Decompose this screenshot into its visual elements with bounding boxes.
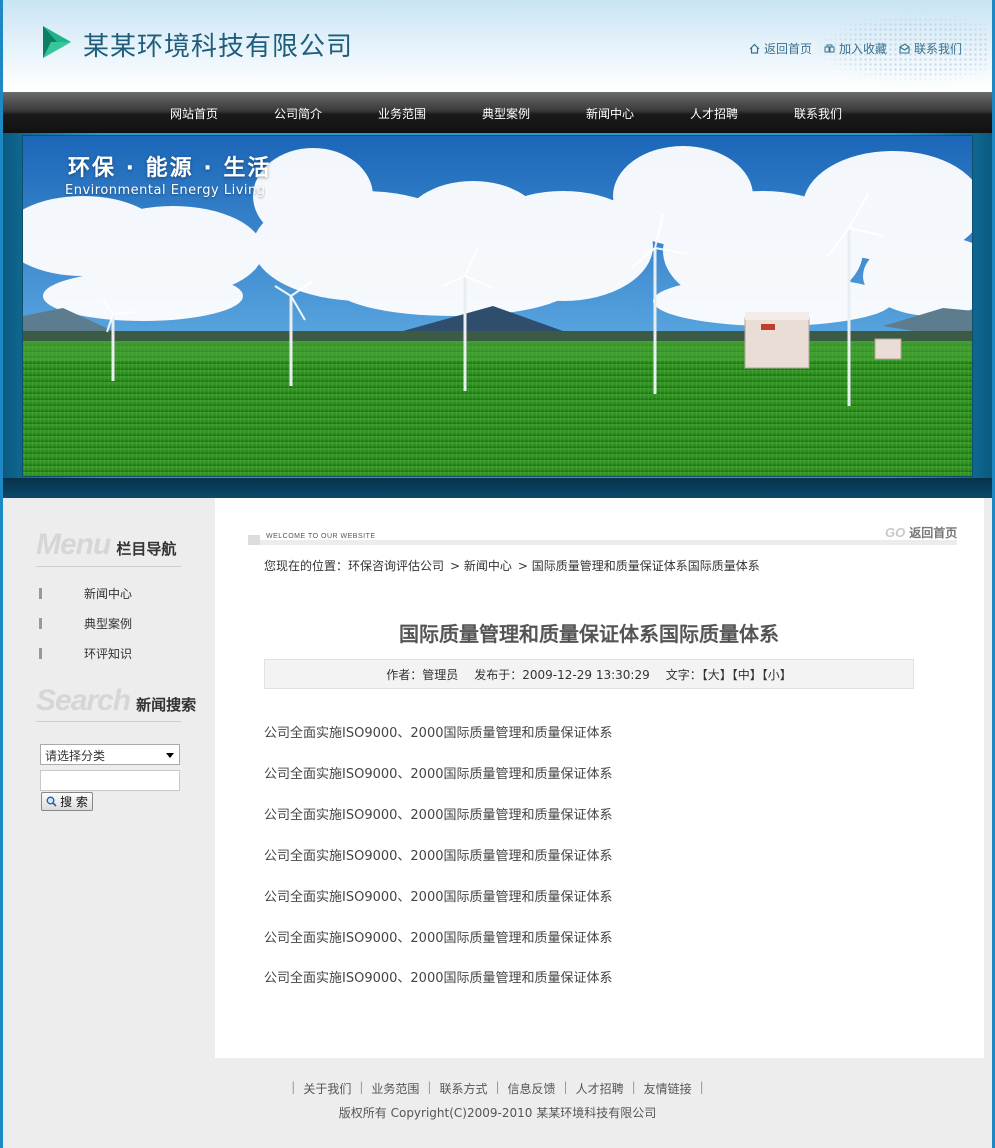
welcome-text: WELCOME TO OUR WEBSITE xyxy=(266,533,376,540)
article-author: 作者：管理员 xyxy=(386,667,459,682)
left-sidebar: Menu 栏目导航 新闻中心 典型案例 环评知识 Search 新闻搜索 请选择… xyxy=(3,498,215,1058)
footer-separator: | xyxy=(563,1080,568,1094)
main-nav: 网站首页 公司简介 业务范围 典型案例 新闻中心 人才招聘 联系我们 xyxy=(3,92,992,133)
nav-item-about[interactable]: 公司简介 xyxy=(274,105,322,122)
sidebar-item-label: 环评知识 xyxy=(84,647,133,661)
company-logo-icon xyxy=(43,26,71,58)
menu-title-cn: 栏目导航 xyxy=(116,540,177,558)
nav-item-home[interactable]: 网站首页 xyxy=(170,105,218,122)
article-paragraph: 公司全面实施ISO9000、2000国际质量管理和质量保证体系 xyxy=(264,971,613,986)
nav-item-news[interactable]: 新闻中心 xyxy=(586,105,634,122)
welcome-bar: WELCOME TO OUR WEBSITE xyxy=(248,533,957,545)
article-title: 国际质量管理和质量保证体系国际质量体系 xyxy=(399,622,779,646)
search-section-title: Search 新闻搜索 xyxy=(36,686,196,716)
sidebar-item-label: 新闻中心 xyxy=(84,587,133,601)
nav-item-jobs[interactable]: 人才招聘 xyxy=(690,105,738,122)
search-input[interactable] xyxy=(40,770,180,791)
footer-link-contact[interactable]: 联系方式 xyxy=(439,1080,487,1097)
nav-item-business[interactable]: 业务范围 xyxy=(378,105,426,122)
favorite-icon xyxy=(824,44,835,53)
sidebar-item-label: 典型案例 xyxy=(84,617,133,631)
back-home-link[interactable]: GO 返回首页 xyxy=(885,524,957,541)
top-link-contact-label: 联系我们 xyxy=(913,42,962,56)
footer-separator: | xyxy=(699,1080,704,1094)
top-link-favorite[interactable]: 加入收藏 xyxy=(824,40,887,57)
footer-separator: | xyxy=(427,1080,432,1094)
site-footer: | 关于我们 | 业务范围 | 联系方式 | 信息反馈 | 人才招聘 | 友情链… xyxy=(3,1058,992,1148)
footer-separator: | xyxy=(291,1080,296,1094)
footer-link-friends[interactable]: 友情链接 xyxy=(644,1080,692,1097)
sidebar-item-news[interactable]: 新闻中心 xyxy=(39,585,132,602)
search-button-label: 搜 索 xyxy=(60,795,88,809)
main-content: WELCOME TO OUR WEBSITE GO 返回首页 您现在的位置：环保… xyxy=(215,498,984,1058)
banner-slogan-cn: 环保 · 能源 · 生活 xyxy=(68,156,272,181)
right-margin-strip xyxy=(984,498,992,1058)
nav-item-cases[interactable]: 典型案例 xyxy=(482,105,530,122)
footer-separator: | xyxy=(631,1080,636,1094)
article-paragraph: 公司全面实施ISO9000、2000国际质量管理和质量保证体系 xyxy=(264,808,613,823)
footer-link-about[interactable]: 关于我们 xyxy=(303,1080,351,1097)
top-links: 返回首页 加入收藏 联系我们 xyxy=(749,40,962,57)
dropdown-arrow-icon xyxy=(166,753,174,758)
article-paragraph: 公司全面实施ISO9000、2000国际质量管理和质量保证体系 xyxy=(264,890,613,905)
category-select[interactable]: 请选择分类 xyxy=(40,744,180,765)
welcome-square-icon xyxy=(248,535,260,545)
home-icon xyxy=(749,43,760,54)
footer-link-jobs[interactable]: 人才招聘 xyxy=(576,1080,624,1097)
footer-separator: | xyxy=(495,1080,500,1094)
top-link-home[interactable]: 返回首页 xyxy=(749,40,812,57)
nav-item-contact[interactable]: 联系我们 xyxy=(794,105,842,122)
breadcrumb-news[interactable]: > 新闻中心 xyxy=(450,557,512,574)
footer-separator: | xyxy=(359,1080,364,1094)
category-select-value: 请选择分类 xyxy=(45,749,106,763)
search-button[interactable]: 搜 索 xyxy=(41,792,93,811)
copyright: 版权所有 Copyright(C)2009-2010 某某环境科技有限公司 xyxy=(338,1106,657,1120)
site-header: 某某环境科技有限公司 返回首页 加入收藏 联系我们 xyxy=(3,0,992,92)
sidebar-item-cases[interactable]: 典型案例 xyxy=(39,615,132,632)
breadcrumb-current[interactable]: > 国际质量管理和质量保证体系国际质量体系 xyxy=(518,557,760,574)
footer-link-feedback[interactable]: 信息反馈 xyxy=(508,1080,556,1097)
breadcrumb: 您现在的位置：环保咨询评估公司 > 新闻中心 > 国际质量管理和质量保证体系国际… xyxy=(264,557,760,574)
sidebar-item-knowledge[interactable]: 环评知识 xyxy=(39,645,132,662)
banner-slogan-en: Environmental Energy Living xyxy=(65,183,266,198)
search-title-cn: 新闻搜索 xyxy=(136,696,197,714)
bullet-bar-icon xyxy=(39,618,42,629)
article-paragraph: 公司全面实施ISO9000、2000国际质量管理和质量保证体系 xyxy=(264,726,613,741)
article-paragraph: 公司全面实施ISO9000、2000国际质量管理和质量保证体系 xyxy=(264,931,613,946)
top-link-contact[interactable]: 联系我们 xyxy=(899,40,962,57)
banner-bottom-band xyxy=(3,478,992,498)
top-link-favorite-label: 加入收藏 xyxy=(838,42,887,56)
top-link-home-label: 返回首页 xyxy=(763,42,812,56)
bullet-bar-icon xyxy=(39,588,42,599)
menu-title-en: Menu xyxy=(36,528,111,561)
back-home-label: 返回首页 xyxy=(909,526,958,540)
menu-section-title: Menu 栏目导航 xyxy=(36,530,176,560)
banner-image: 环保 · 能源 · 生活 Environmental Energy Living xyxy=(22,135,973,477)
contact-icon xyxy=(899,43,910,54)
bullet-bar-icon xyxy=(39,648,42,659)
article-paragraph: 公司全面实施ISO9000、2000国际质量管理和质量保证体系 xyxy=(264,767,613,782)
go-label: GO xyxy=(885,525,906,540)
footer-links: | 关于我们 | 业务范围 | 联系方式 | 信息反馈 | 人才招聘 | 友情链… xyxy=(3,1080,992,1097)
search-divider xyxy=(36,721,181,722)
article-paragraph: 公司全面实施ISO9000、2000国际质量管理和质量保证体系 xyxy=(264,849,613,864)
magnifier-icon xyxy=(46,796,57,807)
breadcrumb-location: 您现在的位置：环保咨询评估公司 xyxy=(264,559,445,573)
search-title-en: Search xyxy=(36,684,131,717)
company-name: 某某环境科技有限公司 xyxy=(83,32,354,62)
footer-link-business[interactable]: 业务范围 xyxy=(371,1080,419,1097)
banner-frame: 环保 · 能源 · 生活 Environmental Energy Living xyxy=(3,133,992,498)
article-date: 发布于：2009-12-29 13:30:29 xyxy=(474,667,650,682)
font-size-controls[interactable]: 文字：【大】【中】【小】 xyxy=(666,666,792,683)
article-meta: 作者：管理员 发布于：2009-12-29 13:30:29 文字：【大】【中】… xyxy=(264,659,914,689)
menu-divider xyxy=(36,566,181,567)
